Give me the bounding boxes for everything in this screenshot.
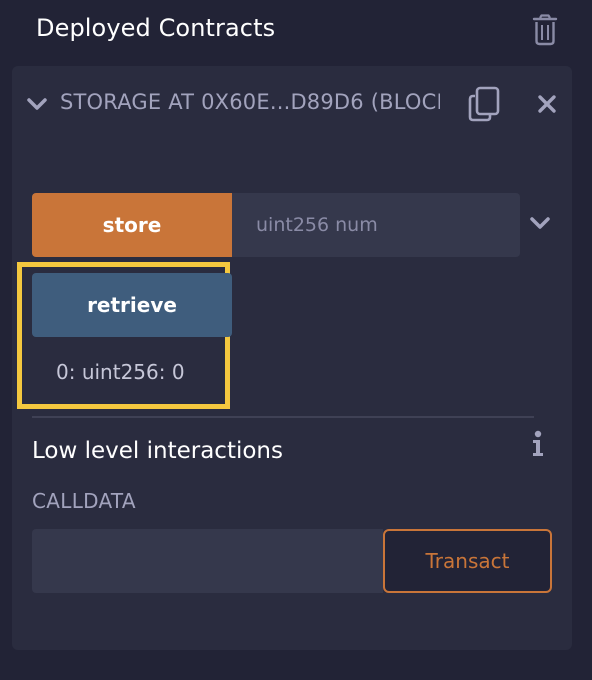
transact-button[interactable]: Transact bbox=[383, 529, 552, 593]
chevron-down-icon[interactable] bbox=[26, 93, 48, 115]
trash-icon[interactable] bbox=[531, 14, 559, 46]
store-num-input[interactable] bbox=[232, 193, 520, 257]
close-icon[interactable] bbox=[536, 93, 558, 115]
low-level-title: Low level interactions bbox=[32, 438, 283, 464]
calldata-label: CALLDATA bbox=[32, 489, 136, 513]
divider bbox=[32, 416, 534, 418]
retrieve-button[interactable]: retrieve bbox=[32, 273, 232, 337]
contract-title[interactable]: STORAGE AT 0X60E...D89D6 (BLOCKCHAIN) bbox=[60, 90, 440, 114]
deployed-contracts-panel: Deployed Contracts STORAGE AT 0X60E...D8… bbox=[0, 0, 592, 680]
retrieve-result: 0: uint256: 0 bbox=[56, 360, 185, 384]
chevron-down-icon[interactable] bbox=[529, 212, 551, 234]
store-button[interactable]: store bbox=[32, 193, 232, 257]
info-icon[interactable] bbox=[530, 430, 546, 458]
section-title: Deployed Contracts bbox=[36, 14, 276, 42]
copy-icon[interactable] bbox=[467, 86, 501, 122]
calldata-input[interactable] bbox=[32, 529, 383, 593]
